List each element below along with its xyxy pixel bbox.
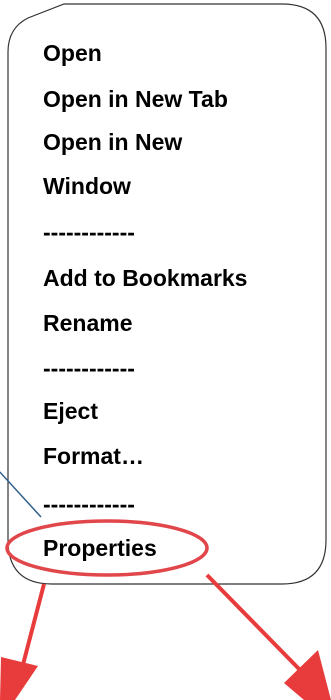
context-menu: Open Open in New Tab Open in New Window … [43,0,323,700]
menu-item-eject[interactable]: Eject [43,397,98,425]
menu-item-open-in-new-tab[interactable]: Open in New Tab [43,85,228,113]
menu-item-add-to-bookmarks[interactable]: Add to Bookmarks [43,264,247,292]
menu-item-open-in-new-window-line2[interactable]: Window [43,172,131,200]
menu-separator: ------------ [43,355,135,381]
menu-item-rename[interactable]: Rename [43,309,132,337]
menu-item-format[interactable]: Format… [43,442,144,470]
menu-separator: ------------ [43,491,135,517]
menu-item-properties[interactable]: Properties [43,534,157,562]
menu-item-open[interactable]: Open [43,39,102,67]
left-arrow-head [0,657,38,700]
menu-item-open-in-new-window-line1[interactable]: Open in New [43,128,182,156]
menu-separator: ------------ [43,219,135,245]
